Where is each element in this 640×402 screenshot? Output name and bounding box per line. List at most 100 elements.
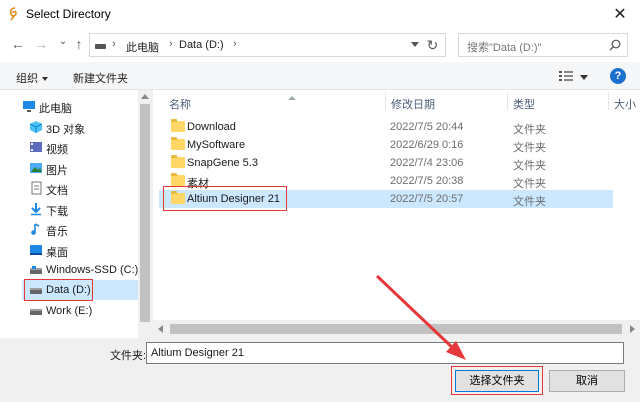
- file-list: 名称 修改日期 类型 大小 Download 2022/7/5 20:44 文件…: [153, 90, 640, 338]
- sidebar-item-label: 此电脑: [39, 103, 72, 115]
- view-options-icon[interactable]: [559, 70, 573, 82]
- sidebar-item-label: 图片: [46, 165, 68, 177]
- scroll-up-icon[interactable]: [141, 94, 149, 99]
- column-header-size[interactable]: 大小: [614, 90, 640, 112]
- sidebar-item-videos[interactable]: 视频: [0, 137, 140, 157]
- item-date: 2022/7/5 20:44: [390, 121, 464, 133]
- computer-icon: [23, 101, 35, 112]
- item-date: 2022/6/29 0:16: [390, 139, 464, 151]
- drive-icon: [30, 309, 42, 315]
- search-icon: [609, 39, 621, 51]
- column-header-date[interactable]: 修改日期: [391, 90, 509, 112]
- list-item[interactable]: MySoftware 2022/6/29 0:16 文件夹: [159, 136, 613, 154]
- list-item[interactable]: SnapGene 5.3 2022/7/4 23:06 文件夹: [159, 154, 613, 172]
- up-arrow-icon[interactable]: ↑: [71, 36, 87, 52]
- column-divider[interactable]: [608, 92, 609, 110]
- sidebar-item-desktop[interactable]: 桌面: [0, 240, 140, 260]
- sidebar-item-label: 3D 对象: [46, 124, 86, 136]
- dialog-footer: 文件夹: 选择文件夹 取消: [0, 338, 640, 402]
- search-box[interactable]: 搜索"Data (D:)": [458, 33, 628, 57]
- close-button[interactable]: ✕: [600, 0, 640, 28]
- select-folder-button[interactable]: 选择文件夹: [455, 370, 539, 392]
- music-icon: [31, 223, 40, 235]
- column-divider[interactable]: [507, 92, 508, 110]
- list-item[interactable]: 素材 2022/7/5 20:38 文件夹: [159, 172, 613, 190]
- refresh-icon: ↻: [426, 37, 439, 53]
- column-label: 名称: [169, 99, 191, 111]
- desktop-icon: [30, 245, 42, 255]
- picture-icon: [30, 163, 42, 173]
- scroll-right-icon[interactable]: [630, 325, 635, 333]
- sidebar-item-pictures[interactable]: 图片: [0, 158, 140, 178]
- item-type: 文件夹: [513, 178, 546, 190]
- close-icon: ✕: [613, 6, 627, 23]
- scrollbar-thumb[interactable]: [170, 324, 622, 334]
- cube-icon: [29, 121, 43, 133]
- title-bar: Select Directory ✕: [0, 0, 640, 28]
- folder-name-field[interactable]: [146, 342, 624, 364]
- scroll-left-icon[interactable]: [158, 325, 163, 333]
- sidebar-item-windows-ssd[interactable]: Windows-SSD (C:): [0, 260, 140, 280]
- sidebar-item-label: 文档: [46, 185, 68, 197]
- refresh-button[interactable]: ↻: [420, 33, 446, 57]
- recent-locations-icon[interactable]: ⌄: [55, 34, 71, 50]
- sidebar-item-label: 视频: [46, 144, 68, 156]
- column-header-name[interactable]: 名称: [169, 90, 385, 112]
- item-date: 2022/7/5 20:38: [390, 175, 464, 187]
- chevron-down-icon: [42, 77, 48, 82]
- sort-ascending-icon: [288, 96, 296, 100]
- sidebar-item-downloads[interactable]: 下载: [0, 199, 140, 219]
- sidebar-item-3d-objects[interactable]: 3D 对象: [0, 117, 140, 137]
- item-type: 文件夹: [513, 196, 546, 208]
- sidebar-item-this-pc[interactable]: 此电脑: [0, 96, 140, 116]
- column-divider[interactable]: [385, 92, 386, 110]
- sidebar-item-data-drive[interactable]: Data (D:): [22, 280, 138, 300]
- forward-arrow-icon[interactable]: →: [33, 36, 49, 52]
- sidebar-scrollbar[interactable]: [138, 90, 152, 338]
- sidebar-item-label: 音乐: [46, 226, 68, 238]
- document-icon: [31, 181, 42, 195]
- list-item[interactable]: Download 2022/7/5 20:44 文件夹: [159, 118, 613, 136]
- new-folder-button[interactable]: 新建文件夹: [73, 70, 128, 86]
- organize-label: 组织: [16, 73, 38, 85]
- sidebar-item-music[interactable]: 音乐: [0, 219, 140, 239]
- back-arrow-icon[interactable]: ←: [10, 36, 26, 52]
- folder-icon: [171, 137, 185, 150]
- column-header-type[interactable]: 类型: [513, 90, 605, 112]
- breadcrumb-separator: ›: [169, 38, 173, 50]
- command-toolbar: 组织 新建文件夹 ?: [0, 62, 640, 90]
- video-icon: [30, 142, 42, 152]
- column-label: 类型: [513, 99, 535, 111]
- navigation-bar: ← → ⌄ ↑ › 此电脑 › Data (D:) › ↻ 搜索"Data (D…: [0, 28, 640, 62]
- organize-menu[interactable]: 组织: [16, 70, 48, 86]
- list-item-selected[interactable]: Altium Designer 21 2022/7/5 20:57 文件夹: [159, 190, 613, 208]
- item-date: 2022/7/5 20:57: [390, 193, 464, 205]
- address-bar[interactable]: › 此电脑 › Data (D:) ›: [89, 33, 446, 57]
- help-icon[interactable]: ?: [610, 68, 626, 84]
- folder-icon: [171, 173, 185, 186]
- download-icon: [31, 203, 41, 216]
- breadcrumb-data-drive[interactable]: Data (D:): [179, 39, 224, 51]
- cancel-button[interactable]: 取消: [549, 370, 625, 392]
- item-name: SnapGene 5.3: [187, 157, 258, 169]
- chevron-down-icon[interactable]: [411, 42, 419, 47]
- drive-icon: [95, 44, 106, 49]
- folder-icon: [171, 155, 185, 168]
- sidebar-item-label: 下载: [46, 206, 68, 218]
- search-input[interactable]: 搜索"Data (D:)": [467, 39, 541, 55]
- item-type: 文件夹: [513, 160, 546, 172]
- breadcrumb-separator: ›: [233, 38, 237, 50]
- drive-icon: [30, 288, 42, 294]
- sidebar-item-work-drive[interactable]: Work (E:): [0, 301, 140, 321]
- sidebar-item-label: 桌面: [46, 247, 68, 259]
- breadcrumb-this-pc[interactable]: 此电脑: [126, 39, 159, 55]
- horizontal-scrollbar[interactable]: [153, 320, 640, 338]
- sidebar-item-label: Work (E:): [46, 305, 93, 317]
- chevron-down-icon[interactable]: [580, 75, 588, 80]
- folder-icon: [171, 191, 185, 204]
- scrollbar-thumb[interactable]: [140, 104, 150, 322]
- sidebar-item-documents[interactable]: 文档: [0, 178, 140, 198]
- folder-field-label: 文件夹:: [110, 350, 147, 362]
- navigation-pane: 此电脑 3D 对象 视频 图片 文档 下载 音乐 桌面 Windows-SSD …: [0, 90, 152, 338]
- sidebar-item-label: Windows-SSD (C:): [46, 264, 139, 276]
